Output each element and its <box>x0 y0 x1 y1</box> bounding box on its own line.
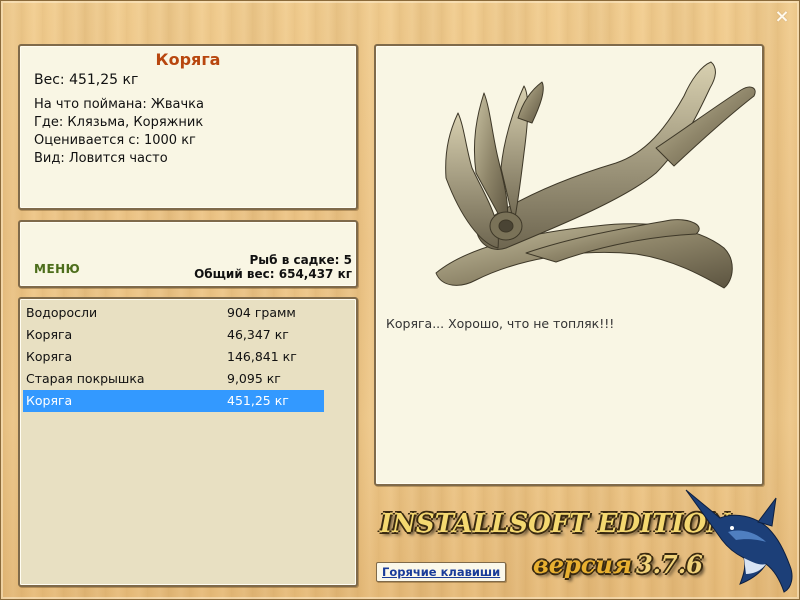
close-icon[interactable]: × <box>773 8 791 26</box>
list-item-selected[interactable]: Коряга 451,25 кг <box>23 390 324 412</box>
menu-panel: МЕНЮ Рыб в садке: 5 Общий вес: 654,437 к… <box>18 220 358 288</box>
item-weight: 451,25 кг <box>227 393 289 408</box>
catch-title: Коряга <box>155 50 221 69</box>
item-name: Коряга <box>26 327 73 342</box>
menu-button[interactable]: МЕНЮ <box>34 262 80 276</box>
detail-rating: Оценивается с: 1000 кг <box>34 133 196 148</box>
driftwood-image <box>435 61 756 289</box>
catch-comment: Коряга... Хорошо, что не топляк!!! <box>386 316 615 331</box>
list-item[interactable]: Водоросли 904 грамм <box>23 302 324 324</box>
marlin-icon <box>685 489 793 593</box>
item-name: Коряга <box>26 393 73 408</box>
catch-info-panel: Коряга Вес: 451,25 кг На что поймана: Жв… <box>18 44 358 210</box>
detail-bait: На что поймана: Жвачка <box>34 97 204 112</box>
catch-list[interactable]: Водоросли 904 грамм Коряга 46,347 кг Кор… <box>18 297 358 587</box>
detail-location: Где: Клязьма, Коряжник <box>34 115 204 130</box>
item-weight: 46,347 кг <box>227 327 289 342</box>
hotkeys-link[interactable]: Горячие клавиши <box>376 562 507 582</box>
version-label: версия <box>533 550 632 579</box>
item-weight: 9,095 кг <box>227 371 281 386</box>
item-name: Коряга <box>26 349 73 364</box>
list-item[interactable]: Коряга 46,347 кг <box>23 324 324 346</box>
list-item[interactable]: Коряга 146,841 кг <box>23 346 324 368</box>
item-name: Водоросли <box>26 305 98 320</box>
catch-details: На что поймана: Жвачка Где: Клязьма, Кор… <box>34 96 204 168</box>
fish-count: Рыб в садке: 5 <box>249 253 353 267</box>
catch-weight: Вес: 451,25 кг <box>34 72 139 88</box>
list-item[interactable]: Старая покрышка 9,095 кг <box>23 368 324 390</box>
edition-title: INSTALLSOFT EDITION <box>380 509 731 539</box>
item-weight: 146,841 кг <box>227 349 297 364</box>
total-weight: Общий вес: 654,437 кг <box>194 267 352 281</box>
catch-photo-panel: Коряга... Хорошо, что не топляк!!! <box>374 44 764 486</box>
item-weight: 904 грамм <box>227 305 296 320</box>
version-text: версия 3.7.6 <box>533 550 703 579</box>
item-name: Старая покрышка <box>26 371 145 386</box>
keepnet-stats: Рыб в садке: 5 Общий вес: 654,437 кг <box>194 253 352 281</box>
detail-frequency: Вид: Ловится часто <box>34 151 168 166</box>
